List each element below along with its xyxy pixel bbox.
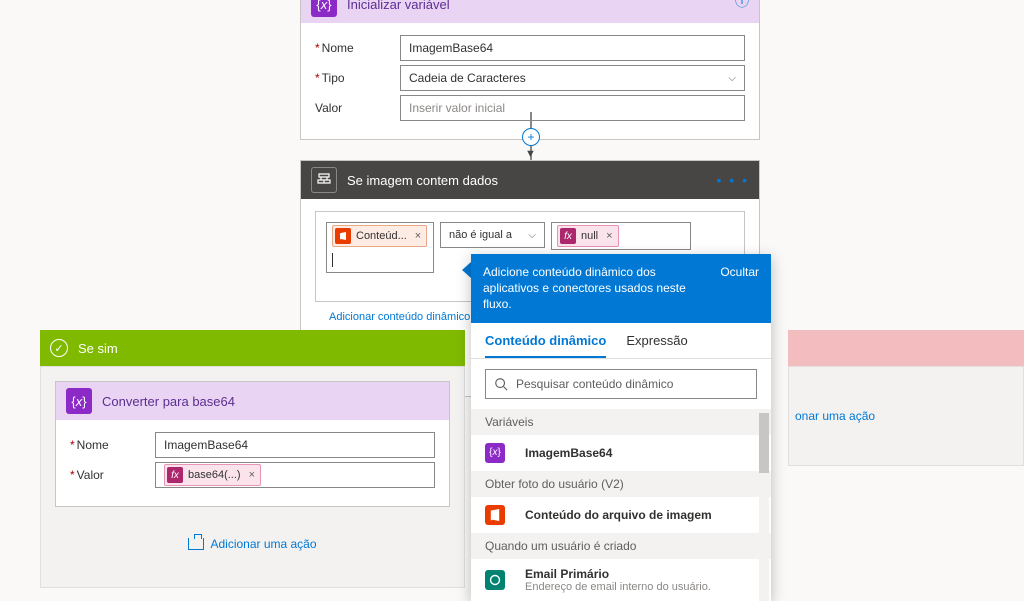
name-input[interactable]: ImagemBase64 xyxy=(400,35,745,61)
chevron-down-icon: ⌵ xyxy=(528,230,536,241)
dynamic-item-email[interactable]: Email Primário Endereço de email interno… xyxy=(471,559,771,601)
no-branch-header xyxy=(788,330,1024,366)
condition-icon xyxy=(311,167,337,193)
value-label: Valor xyxy=(315,101,400,115)
remove-token-icon[interactable]: × xyxy=(415,230,421,242)
operator-select[interactable]: não é igual a⌵ xyxy=(440,222,545,248)
name-input[interactable]: ImagemBase64 xyxy=(155,432,435,458)
arrow-down-icon: ▼ xyxy=(525,148,536,160)
name-label: Nome xyxy=(70,438,155,452)
value-input[interactable]: Inserir valor inicial xyxy=(400,95,745,121)
add-dynamic-link[interactable]: Adicionar conteúdo dinâmico xyxy=(329,311,470,323)
type-label: Tipo xyxy=(315,71,400,85)
add-action-link[interactable]: Adicionar uma ação xyxy=(188,537,316,551)
value-input[interactable]: fx base64(...) × xyxy=(155,462,435,488)
expression-token[interactable]: fx null × xyxy=(557,225,619,247)
more-button[interactable]: • • • xyxy=(717,172,749,188)
office-icon xyxy=(485,505,505,525)
value-label: Valor xyxy=(70,468,155,482)
group-header: Quando um usuário é criado xyxy=(471,533,771,559)
add-step-button[interactable]: + xyxy=(522,128,540,146)
fx-icon: fx xyxy=(167,467,183,483)
condition-left-input[interactable]: Conteúd... × xyxy=(326,222,434,273)
search-input[interactable]: Pesquisar conteúdo dinâmico xyxy=(485,369,757,399)
hide-link[interactable]: Ocultar xyxy=(720,264,759,313)
dynamic-content-flyout: Adicione conteúdo dinâmico dos aplicativ… xyxy=(471,254,771,601)
remove-token-icon[interactable]: × xyxy=(606,230,612,242)
group-header: Variáveis xyxy=(471,409,771,435)
variable-icon: {x} xyxy=(485,443,505,463)
init-var-title: Inicializar variável xyxy=(347,0,450,12)
office-icon xyxy=(485,570,505,590)
office-icon xyxy=(335,228,351,244)
flyout-caret xyxy=(462,262,471,278)
add-action-link-no[interactable]: onar uma ação xyxy=(795,409,875,423)
dynamic-item-image-content[interactable]: Conteúdo do arquivo de imagem xyxy=(471,497,771,533)
remove-token-icon[interactable]: × xyxy=(249,469,255,481)
condition-title: Se imagem contem dados xyxy=(347,173,498,188)
condition-right-input[interactable]: fx null × xyxy=(551,222,691,250)
group-header: Obter foto do usuário (V2) xyxy=(471,471,771,497)
add-action-icon xyxy=(188,538,204,550)
chevron-down-icon: ⌵ xyxy=(728,73,736,84)
name-label: Nome xyxy=(315,41,400,55)
dynamic-item-imagembase64[interactable]: {x} ImagemBase64 xyxy=(471,435,771,471)
tab-dynamic-content[interactable]: Conteúdo dinâmico xyxy=(485,333,606,358)
content-token[interactable]: Conteúd... × xyxy=(332,225,427,247)
check-icon: ✓ xyxy=(50,339,68,357)
variable-icon: {x} xyxy=(66,388,92,414)
expression-token[interactable]: fx base64(...) × xyxy=(164,464,261,486)
tab-expression[interactable]: Expressão xyxy=(626,333,687,358)
flyout-tip: Adicione conteúdo dinâmico dos aplicativ… xyxy=(483,264,712,313)
scrollbar[interactable] xyxy=(759,409,769,601)
convert-title: Converter para base64 xyxy=(102,394,235,409)
yes-branch-header: ✓ Se sim xyxy=(40,330,465,366)
search-icon xyxy=(494,377,508,391)
variable-icon: {x} xyxy=(311,0,337,17)
type-select[interactable]: Cadeia de Caracteres⌵ xyxy=(400,65,745,91)
fx-icon: fx xyxy=(560,228,576,244)
info-icon[interactable]: ⓘ xyxy=(735,0,749,11)
